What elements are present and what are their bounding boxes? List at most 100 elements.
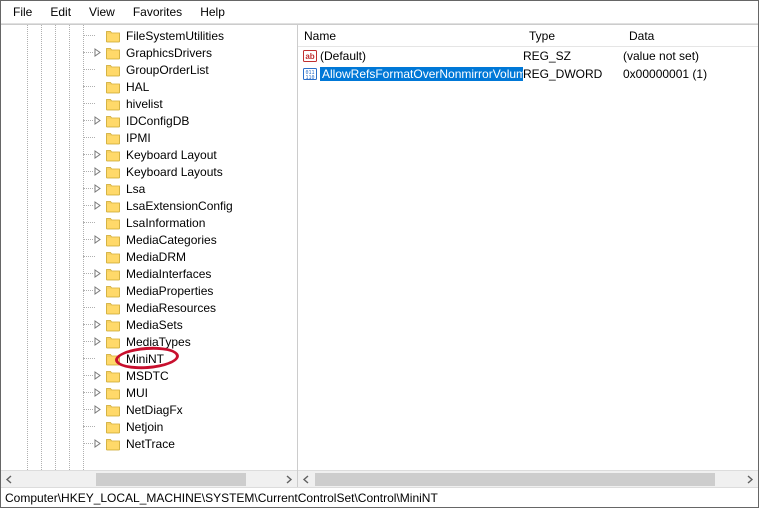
- values-hscrollbar[interactable]: [298, 470, 758, 487]
- scroll-thumb[interactable]: [96, 473, 246, 486]
- regedit-window: File Edit View Favorites Help FileSystem…: [0, 0, 759, 508]
- folder-icon: [105, 402, 121, 418]
- scroll-right-arrow-icon[interactable]: [280, 471, 297, 488]
- tree-item[interactable]: Netjoin: [1, 418, 297, 435]
- tree-item-label: MUI: [124, 386, 150, 400]
- tree-item[interactable]: MSDTC: [1, 367, 297, 384]
- folder-icon: [105, 385, 121, 401]
- folder-icon: [105, 436, 121, 452]
- tree-guide-stub: [83, 171, 95, 172]
- tree-guide-stub: [83, 307, 95, 308]
- values-pane: Name Type Data ab(Default)REG_SZ(value n…: [298, 25, 758, 487]
- value-row[interactable]: 011110AllowRefsFormatOverNonmirrorVolume…: [298, 65, 758, 83]
- tree-item[interactable]: IDConfigDB: [1, 112, 297, 129]
- tree-scroll-area[interactable]: FileSystemUtilities GraphicsDrivers GroupO…: [1, 25, 297, 470]
- tree-item-label: HAL: [124, 80, 151, 94]
- column-header-name[interactable]: Name: [298, 26, 523, 46]
- menu-file[interactable]: File: [4, 3, 41, 21]
- menu-view[interactable]: View: [80, 3, 124, 21]
- folder-icon: [105, 181, 121, 197]
- tree-item[interactable]: MediaProperties: [1, 282, 297, 299]
- menu-edit[interactable]: Edit: [41, 3, 80, 21]
- folder-icon: [105, 45, 121, 61]
- tree-guide-stub: [83, 222, 95, 223]
- column-header-data[interactable]: Data: [623, 26, 758, 46]
- tree-item-label: GroupOrderList: [124, 63, 211, 77]
- tree-hscrollbar[interactable]: [1, 470, 297, 487]
- folder-icon: [105, 334, 121, 350]
- tree-guide-stub: [83, 392, 95, 393]
- tree-item[interactable]: GroupOrderList: [1, 61, 297, 78]
- tree-item-label: MediaProperties: [124, 284, 215, 298]
- tree-item-label: NetDiagFx: [124, 403, 185, 417]
- menu-help[interactable]: Help: [191, 3, 234, 21]
- folder-icon: [105, 62, 121, 78]
- folder-icon: [105, 79, 121, 95]
- tree-item[interactable]: IPMI: [1, 129, 297, 146]
- tree-item[interactable]: MediaSets: [1, 316, 297, 333]
- svg-text:110: 110: [305, 75, 314, 81]
- folder-icon: [105, 215, 121, 231]
- tree-item-label: IPMI: [124, 131, 153, 145]
- tree-item[interactable]: MediaTypes: [1, 333, 297, 350]
- value-name: AllowRefsFormatOverNonmirrorVolume: [320, 67, 523, 81]
- svg-text:ab: ab: [305, 52, 314, 61]
- tree-item[interactable]: NetTrace: [1, 435, 297, 452]
- tree-item[interactable]: HAL: [1, 78, 297, 95]
- menubar: File Edit View Favorites Help: [1, 1, 758, 24]
- tree-item[interactable]: MediaInterfaces: [1, 265, 297, 282]
- scroll-track[interactable]: [18, 471, 280, 487]
- tree-item[interactable]: MiniNT: [1, 350, 297, 367]
- tree-item[interactable]: Keyboard Layouts: [1, 163, 297, 180]
- folder-icon: [105, 351, 121, 367]
- scroll-right-arrow-icon[interactable]: [741, 471, 758, 488]
- tree-guide-stub: [83, 69, 95, 70]
- tree-item[interactable]: FileSystemUtilities: [1, 27, 297, 44]
- tree-guide-stub: [83, 426, 95, 427]
- folder-icon: [105, 164, 121, 180]
- tree-item-label: LsaInformation: [124, 216, 207, 230]
- tree-item[interactable]: MediaDRM: [1, 248, 297, 265]
- split-panes: FileSystemUtilities GraphicsDrivers GroupO…: [1, 24, 758, 487]
- tree-guide-stub: [83, 205, 95, 206]
- scroll-thumb[interactable]: [315, 473, 715, 486]
- tree-guide-stub: [83, 137, 95, 138]
- tree-item[interactable]: MediaCategories: [1, 231, 297, 248]
- menu-favorites[interactable]: Favorites: [124, 3, 191, 21]
- tree-guide-stub: [83, 52, 95, 53]
- tree-guide-stub: [83, 188, 95, 189]
- tree-item[interactable]: GraphicsDrivers: [1, 44, 297, 61]
- tree-item[interactable]: Keyboard Layout: [1, 146, 297, 163]
- binary-value-icon: 011110: [302, 66, 318, 82]
- scroll-left-arrow-icon[interactable]: [1, 471, 18, 488]
- tree-guide-stub: [83, 86, 95, 87]
- tree-guide-stub: [83, 154, 95, 155]
- values-list[interactable]: ab(Default)REG_SZ(value not set)011110Al…: [298, 47, 758, 470]
- value-row[interactable]: ab(Default)REG_SZ(value not set): [298, 47, 758, 65]
- tree-item[interactable]: MUI: [1, 384, 297, 401]
- folder-icon: [105, 147, 121, 163]
- scroll-left-arrow-icon[interactable]: [298, 471, 315, 488]
- folder-icon: [105, 266, 121, 282]
- tree-guide-stub: [83, 35, 95, 36]
- folder-icon: [105, 198, 121, 214]
- tree-guide-stub: [83, 273, 95, 274]
- tree-item-label: MediaSets: [124, 318, 185, 332]
- tree-item[interactable]: Lsa: [1, 180, 297, 197]
- tree-item[interactable]: NetDiagFx: [1, 401, 297, 418]
- value-data: (value not set): [623, 49, 758, 63]
- folder-icon: [105, 28, 121, 44]
- tree-guide-stub: [83, 409, 95, 410]
- tree-item[interactable]: hivelist: [1, 95, 297, 112]
- tree-pane: FileSystemUtilities GraphicsDrivers GroupO…: [1, 25, 298, 487]
- tree-item[interactable]: LsaExtensionConfig: [1, 197, 297, 214]
- scroll-track[interactable]: [315, 471, 741, 487]
- column-header-type[interactable]: Type: [523, 26, 623, 46]
- folder-icon: [105, 300, 121, 316]
- folder-icon: [105, 130, 121, 146]
- tree-item-label: MediaResources: [124, 301, 218, 315]
- tree-item-label: GraphicsDrivers: [124, 46, 214, 60]
- tree-item[interactable]: LsaInformation: [1, 214, 297, 231]
- tree-item[interactable]: MediaResources: [1, 299, 297, 316]
- tree-item-label: FileSystemUtilities: [124, 29, 226, 43]
